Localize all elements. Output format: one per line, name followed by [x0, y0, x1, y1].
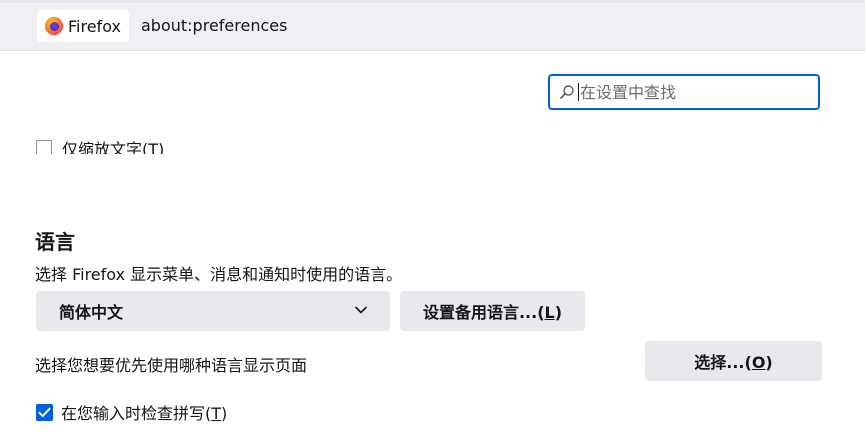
tab-strip-edge	[0, 0, 865, 3]
firefox-logo-icon	[45, 17, 63, 35]
settings-search[interactable]	[548, 74, 820, 110]
checkmark-icon	[38, 407, 51, 417]
zoom-text-only-label: 仅缩放文字(T)	[62, 140, 165, 154]
language-description: 选择 Firefox 显示菜单、消息和通知时使用的语言。	[35, 265, 403, 284]
spellcheck-checkbox[interactable]	[36, 403, 53, 421]
spellcheck-label: 在您输入时检查拼写(T)	[61, 404, 228, 423]
identity-box[interactable]: Firefox	[37, 10, 129, 42]
search-icon	[560, 85, 574, 99]
spellcheck-row[interactable]: 在您输入时检查拼写(T)	[36, 400, 227, 424]
zoom-text-only-checkbox[interactable]	[36, 140, 52, 154]
search-input[interactable]	[580, 82, 818, 102]
identity-label: Firefox	[68, 16, 121, 36]
text-caret	[578, 83, 579, 101]
choose-languages-label: 选择...(O)	[694, 353, 773, 372]
language-heading: 语言	[35, 230, 75, 254]
url-text[interactable]: about:preferences	[141, 16, 287, 35]
chevron-down-icon	[355, 306, 367, 314]
language-select-value: 简体中文	[59, 303, 124, 322]
choose-languages-button[interactable]: 选择...(O)	[645, 341, 822, 381]
language-select[interactable]: 简体中文	[36, 291, 390, 331]
url-bar: Firefox about:preferences	[0, 0, 865, 51]
set-alternatives-button[interactable]: 设置备用语言...(L)	[400, 291, 585, 331]
set-alternatives-label: 设置备用语言...(L)	[422, 303, 563, 322]
zoom-text-only-row: 仅缩放文字(T)	[36, 134, 436, 154]
page-language-label: 选择您想要优先使用哪种语言显示页面	[35, 356, 308, 375]
